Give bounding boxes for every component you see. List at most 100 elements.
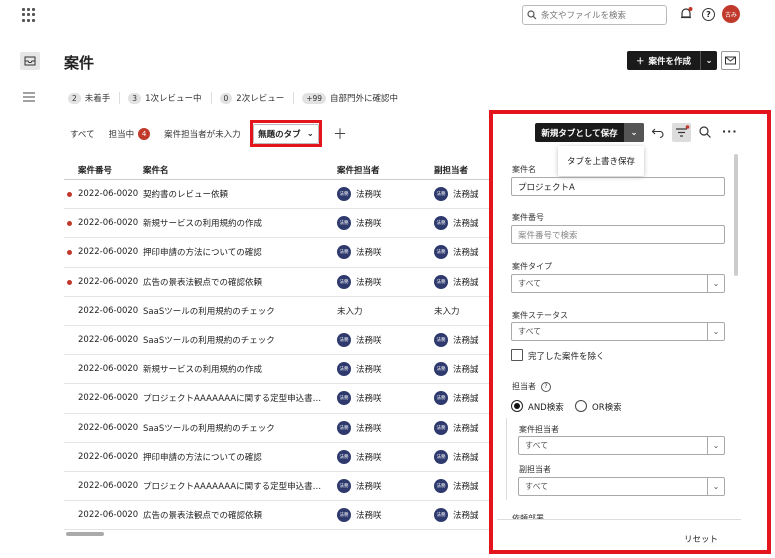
column-header-case-number[interactable]: 案件番号 (64, 164, 143, 176)
sub-owner-cell: 法務 法務誠 (434, 274, 489, 289)
table-row[interactable]: 2022-06-0020 広告の景表法観点での確認依頼 法務 法務咲 法務 法務誠 (64, 268, 489, 297)
table-row[interactable]: 2022-06-0020 契約書のレビュー依頼 法務 法務咲 法務 法務誠 (64, 180, 489, 210)
status-label: 未着手 (84, 94, 111, 104)
tab-untitled[interactable]: 無題のタブ ⌄ (250, 120, 322, 147)
chevron-down-icon[interactable]: ⌄ (701, 56, 717, 66)
owner-filter-select[interactable]: すべて ⌄ (518, 436, 725, 455)
status-count: 3 (128, 92, 142, 104)
add-tab-button[interactable]: ＋ (333, 124, 347, 144)
case-number: 2022-06-0020 (78, 247, 139, 258)
table-row[interactable]: 2022-06-0020 新規サービスの利用規約の作成 法務 法務咲 法務 法務誠 (64, 355, 489, 385)
owner-cell: 法務 法務咲 (337, 478, 434, 493)
owner-avatar: 法務 (337, 478, 351, 493)
case-number-cell: 2022-06-0020 (64, 393, 143, 403)
case-name-cell[interactable]: 広告の景表法観点での確認依頼 (143, 509, 337, 521)
chevron-down-icon[interactable]: ⌄ (307, 129, 314, 139)
more-options-icon[interactable]: ··· (722, 125, 738, 138)
status-chip-external-check[interactable]: +99 自部門外に確認中 (302, 92, 407, 104)
help-icon[interactable]: ? (541, 381, 551, 392)
table-row[interactable]: 2022-06-0020 SaaSツールの利用規約のチェック 未入力 未入力 (64, 297, 489, 326)
assignee-section: 担当者 ? (512, 381, 551, 392)
sub-owner-name: 法務誠 (453, 190, 479, 201)
bell-icon[interactable] (679, 7, 693, 21)
case-name-field[interactable]: プロジェクトA (511, 177, 725, 196)
case-number: 2022-06-0020 (78, 451, 139, 462)
app-grid-icon[interactable] (22, 8, 36, 22)
list-nav-icon[interactable] (22, 92, 36, 102)
chevron-down-icon: ⌄ (707, 478, 724, 495)
column-header-sub-owner[interactable]: 副担当者 (434, 164, 489, 176)
status-chip-first-review[interactable]: 3 1次レビュー中 (128, 92, 212, 104)
case-name-cell[interactable]: 新規サービスの利用規約の作成 (143, 363, 337, 375)
column-header-case-name[interactable]: 案件名 (143, 164, 337, 176)
sub-owner-name: 未入力 (434, 306, 460, 317)
inbox-nav-icon[interactable] (20, 52, 40, 70)
table-row[interactable]: 2022-06-0020 新規サービスの利用規約の作成 法務 法務咲 法務 法務誠 (64, 209, 489, 239)
global-search-input[interactable]: 条文やファイルを検索 (522, 5, 667, 25)
table-row[interactable]: 2022-06-0020 広告の景表法観点での確認依頼 法務 法務咲 法務 法務誠 (64, 501, 489, 531)
case-name-cell[interactable]: 契約書のレビュー依頼 (143, 188, 337, 200)
table-row[interactable]: 2022-06-0020 プロジェクトAAAAAAAに関する定型申込書… 法務 法務咲… (64, 472, 489, 502)
case-number: 2022-06-0020 (78, 364, 139, 375)
sub-owner-avatar: 法務 (434, 449, 448, 464)
filter-icon[interactable] (672, 123, 691, 142)
sub-owner-avatar: 法務 (434, 216, 448, 231)
mail-button[interactable] (721, 51, 740, 70)
case-status-select[interactable]: すべて ⌄ (511, 322, 725, 341)
case-name-cell[interactable]: 広告の景表法観点での確認依頼 (143, 276, 337, 288)
chevron-down-icon[interactable]: ⌄ (624, 123, 644, 142)
case-name-cell[interactable]: SaaSツールの利用規約のチェック (143, 334, 337, 346)
case-name-cell[interactable]: プロジェクトAAAAAAAに関する定型申込書… (143, 480, 337, 492)
column-header-owner[interactable]: 案件担当者 (337, 164, 434, 176)
horizontal-scrollbar[interactable] (66, 532, 104, 536)
table-row[interactable]: 2022-06-0020 SaaSツールの利用規約のチェック 法務 法務咲 法務 法務誠 (64, 414, 489, 443)
unread-dot (67, 221, 72, 227)
table-row[interactable]: 2022-06-0020 押印申請の方法についての確認 法務 法務咲 法務 法務誠 (64, 238, 489, 268)
case-name-cell[interactable]: 押印申請の方法についての確認 (143, 246, 337, 258)
user-avatar[interactable]: 古み (722, 5, 740, 23)
case-name-cell[interactable]: 押印申請の方法についての確認 (143, 451, 337, 463)
sub-owner-avatar: 法務 (434, 187, 448, 202)
case-name-cell[interactable]: 新規サービスの利用規約の作成 (143, 217, 337, 229)
owner-name: 法務咲 (356, 336, 382, 347)
status-chip-not-started[interactable]: 2 未着手 (68, 92, 121, 104)
sub-owner-name: 法務誠 (453, 452, 479, 463)
search-icon[interactable] (698, 125, 712, 139)
case-name-cell[interactable]: プロジェクトAAAAAAAに関する定型申込書… (143, 392, 337, 404)
case-number: 2022-06-0020 (78, 305, 139, 316)
overwrite-tab-tooltip[interactable]: タブを上書き保存 (558, 146, 644, 176)
sub-owner-filter-select[interactable]: すべて ⌄ (518, 477, 725, 496)
case-name-cell[interactable]: SaaSツールの利用規約のチェック (143, 305, 337, 317)
case-number-cell: 2022-06-0020 (64, 510, 143, 520)
save-as-new-tab-button[interactable]: 新規タブとして保存 ⌄ (535, 123, 644, 142)
tab-all[interactable]: すべて (70, 128, 95, 140)
owner-avatar: 法務 (337, 187, 351, 202)
help-icon[interactable]: ? (702, 8, 715, 21)
case-number: 2022-06-0020 (78, 393, 139, 404)
sub-owner-name: 法務誠 (453, 511, 479, 522)
reset-button[interactable]: リセット (684, 533, 718, 545)
sub-owner-name: 法務誠 (453, 365, 479, 376)
case-name-cell[interactable]: SaaSツールの利用規約のチェック (143, 422, 337, 434)
table-row[interactable]: 2022-06-0020 SaaSツールの利用規約のチェック 法務 法務咲 法務 法務誠 (64, 326, 489, 356)
owner-name: 法務咲 (356, 452, 382, 463)
case-number-field[interactable]: 案件番号で検索 (511, 225, 725, 244)
tab-assigned[interactable]: 担当中 4 (109, 128, 151, 140)
unread-dot (67, 279, 72, 285)
or-search-radio[interactable] (575, 400, 587, 412)
exclude-completed-checkbox[interactable] (511, 349, 523, 361)
owner-avatar: 法務 (337, 362, 351, 377)
tab-unassigned[interactable]: 案件担当者が未入力 (164, 128, 241, 140)
panel-scrollbar[interactable] (734, 154, 738, 276)
undo-icon[interactable] (651, 125, 665, 139)
sub-owner-name: 法務誠 (453, 481, 479, 492)
table-row[interactable]: 2022-06-0020 プロジェクトAAAAAAAに関する定型申込書… 法務 法務咲… (64, 384, 489, 414)
case-type-value: すべて (518, 279, 542, 288)
and-search-radio[interactable] (511, 400, 523, 412)
table-row[interactable]: 2022-06-0020 押印申請の方法についての確認 法務 法務咲 法務 法務誠 (64, 443, 489, 472)
status-chip-second-review[interactable]: 0 2次レビュー (219, 92, 295, 104)
case-type-select[interactable]: すべて ⌄ (511, 274, 725, 293)
status-count: 2 (68, 92, 81, 104)
case-name-label: 案件名 (512, 165, 536, 174)
create-case-button[interactable]: ＋案件を作成 ⌄ (627, 51, 717, 70)
